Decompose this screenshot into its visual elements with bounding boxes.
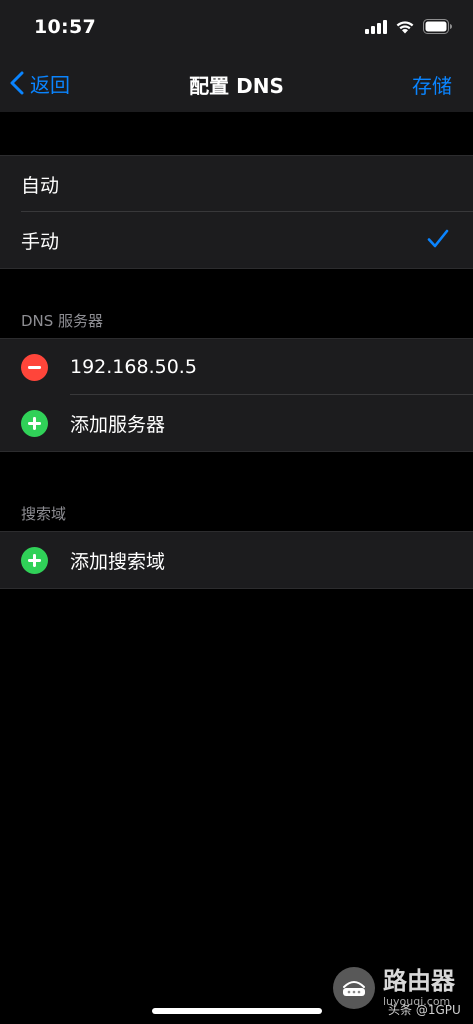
watermark-source: 头条 @1GPU xyxy=(388,1003,461,1017)
router-logo-icon xyxy=(333,967,375,1009)
dns-server-entry[interactable]: 192.168.50.5 xyxy=(0,339,473,395)
delete-icon[interactable] xyxy=(21,353,48,381)
add-icon xyxy=(21,409,48,437)
option-manual-label: 手动 xyxy=(21,230,60,253)
cellular-signal-icon xyxy=(365,19,387,38)
status-time: 10:57 xyxy=(34,16,96,38)
add-search-domain-label: 添加搜索域 xyxy=(70,550,166,573)
dns-servers-header: DNS 服务器 xyxy=(21,312,104,330)
search-domains-group: 添加搜索域 xyxy=(0,531,473,589)
save-button[interactable]: 存储 xyxy=(412,70,452,99)
dns-mode-group: 自动 手动 xyxy=(0,155,473,269)
add-icon xyxy=(21,546,48,574)
dns-server-address: 192.168.50.5 xyxy=(70,356,197,378)
checkmark-icon xyxy=(427,229,449,254)
option-manual[interactable]: 手动 xyxy=(0,212,473,268)
navigation-bar: 返回 配置 DNS 存储 xyxy=(0,56,473,112)
add-server-button[interactable]: 添加服务器 xyxy=(0,395,473,451)
option-automatic-label: 自动 xyxy=(21,174,60,197)
add-search-domain-button[interactable]: 添加搜索域 xyxy=(0,532,473,588)
watermark-title: 路由器 xyxy=(383,967,455,995)
battery-icon xyxy=(423,18,453,38)
wifi-icon xyxy=(395,19,415,38)
dns-servers-group: 192.168.50.5 添加服务器 xyxy=(0,338,473,452)
status-bar: 10:57 xyxy=(0,0,473,56)
add-server-label: 添加服务器 xyxy=(70,413,166,436)
option-automatic[interactable]: 自动 xyxy=(0,156,473,212)
page-title: 配置 DNS xyxy=(189,74,284,98)
screen: 10:57 返回 配置 DNS 存储 自动 手动 DNS 服务器 192.168… xyxy=(0,0,473,1024)
home-indicator[interactable] xyxy=(152,1008,322,1014)
status-icons xyxy=(365,18,453,38)
search-domains-header: 搜索域 xyxy=(21,505,67,523)
